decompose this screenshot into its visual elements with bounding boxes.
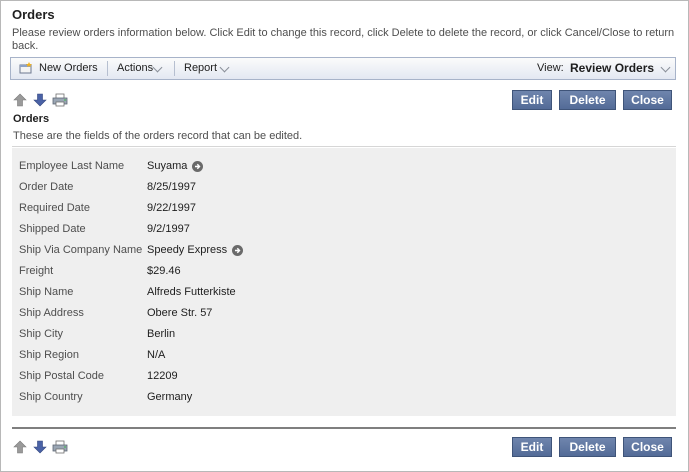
print-icon[interactable] — [52, 440, 68, 454]
new-record-icon — [19, 62, 32, 74]
field-value: Obere Str. 57 — [147, 307, 213, 319]
divider — [12, 146, 676, 147]
arrow-circle-icon[interactable] — [192, 161, 204, 172]
arrow-down-icon[interactable] — [33, 93, 47, 107]
field-label: Order Date — [19, 181, 74, 193]
arrow-up-icon[interactable] — [13, 440, 27, 454]
field-label: Ship Postal Code — [19, 370, 104, 382]
field-row-ship-city: Ship City Berlin — [12, 324, 676, 345]
view-selector[interactable]: Review Orders — [569, 58, 675, 79]
view-label: View: — [537, 62, 564, 74]
field-value: 9/2/1997 — [147, 223, 190, 235]
actions-menu[interactable]: Actions — [108, 58, 174, 79]
section-title: Orders — [13, 113, 50, 125]
orders-form: Orders Please review orders information … — [0, 0, 689, 472]
divider — [12, 427, 676, 429]
view-value: Review Orders — [570, 61, 655, 75]
field-row-freight: Freight $29.46 — [12, 261, 676, 282]
field-value: $29.46 — [147, 265, 181, 277]
delete-button[interactable]: Delete — [559, 90, 616, 110]
field-row-shipped-date: Shipped Date 9/2/1997 — [12, 219, 676, 240]
chevron-down-icon — [219, 62, 230, 73]
arrow-circle-icon[interactable] — [232, 245, 244, 256]
field-label: Shipped Date — [19, 223, 86, 235]
field-value: 12209 — [147, 370, 178, 382]
close-button[interactable]: Close — [623, 437, 672, 457]
field-value: Berlin — [147, 328, 176, 340]
edit-button[interactable]: Edit — [512, 437, 552, 457]
field-row-ship-region: Ship Region N/A — [12, 345, 676, 366]
new-orders-label: New Orders — [39, 62, 98, 74]
field-label: Required Date — [19, 202, 90, 214]
actions-label: Actions — [117, 62, 154, 74]
field-row-employee-last-name: Employee Last Name Suyama — [12, 156, 676, 177]
report-label: Report — [184, 62, 218, 74]
field-value: Suyama — [147, 160, 204, 172]
field-value: 9/22/1997 — [147, 202, 196, 214]
edit-button[interactable]: Edit — [512, 90, 552, 110]
field-label: Ship Via Company Name — [19, 244, 143, 256]
section-description: These are the fields of the orders recor… — [13, 130, 303, 142]
field-label: Freight — [19, 265, 54, 277]
field-label: Ship City — [19, 328, 64, 340]
field-row-order-date: Order Date 8/25/1997 — [12, 177, 676, 198]
close-button[interactable]: Close — [623, 90, 672, 110]
field-label: Ship Address — [19, 307, 84, 319]
field-row-ship-country: Ship Country Germany — [12, 387, 676, 408]
field-row-ship-address: Ship Address Obere Str. 57 — [12, 303, 676, 324]
field-label: Employee Last Name — [19, 160, 125, 172]
page-description: Please review orders information below. … — [12, 27, 675, 52]
chevron-down-icon — [660, 62, 671, 73]
delete-button[interactable]: Delete — [559, 437, 616, 457]
field-label: Ship Country — [19, 391, 83, 403]
field-value: 8/25/1997 — [147, 181, 196, 193]
field-label: Ship Name — [19, 286, 74, 298]
new-orders-button[interactable]: New Orders — [11, 58, 107, 79]
fields-panel: Employee Last Name Suyama Order Date 8/2… — [12, 148, 676, 416]
field-row-required-date: Required Date 9/22/1997 — [12, 198, 676, 219]
chevron-down-icon — [152, 62, 163, 73]
ship-via-company-value: Speedy Express — [147, 244, 228, 256]
page-title: Orders — [12, 7, 55, 22]
action-bar: New Orders Actions Report View: Review O… — [10, 57, 676, 80]
field-row-ship-via-company-name: Ship Via Company Name Speedy Express — [12, 240, 676, 261]
report-menu[interactable]: Report — [175, 58, 241, 79]
arrow-down-icon[interactable] — [33, 440, 47, 454]
field-label: Ship Region — [19, 349, 79, 361]
field-value: Germany — [147, 391, 193, 403]
field-row-ship-name: Ship Name Alfreds Futterkiste — [12, 282, 676, 303]
field-value: Alfreds Futterkiste — [147, 286, 236, 298]
arrow-up-icon[interactable] — [13, 93, 27, 107]
employee-last-name-value: Suyama — [147, 160, 188, 172]
field-value: Speedy Express — [147, 244, 244, 256]
field-row-ship-postal-code: Ship Postal Code 12209 — [12, 366, 676, 387]
print-icon[interactable] — [52, 93, 68, 107]
field-value: N/A — [147, 349, 166, 361]
